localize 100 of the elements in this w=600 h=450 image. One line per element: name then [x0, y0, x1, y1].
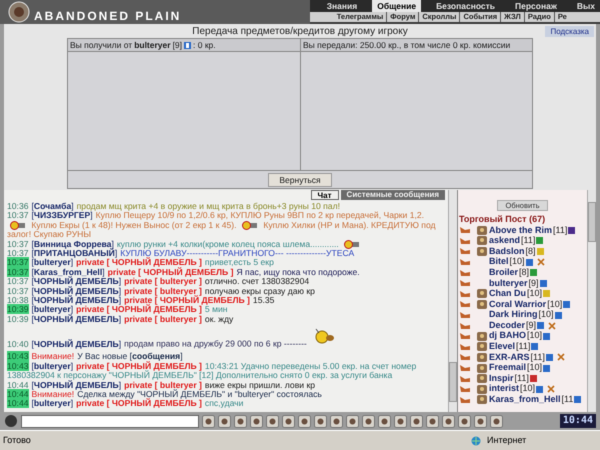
player-level: [10]	[527, 288, 542, 300]
info-icon[interactable]	[536, 386, 544, 393]
chat-sender[interactable]: [ПРИТАНЦОВАНЫЙ]	[32, 248, 118, 258]
chat-tab[interactable]: Чат	[310, 190, 339, 200]
trade-icon[interactable]	[459, 226, 471, 234]
chat-sender[interactable]: [bulteryer]	[32, 304, 74, 314]
scrollbar-thumb[interactable]	[588, 202, 596, 242]
trade-icon[interactable]	[459, 236, 471, 245]
chat-tab[interactable]: Системные сообщения	[340, 190, 445, 200]
info-icon[interactable]	[543, 332, 550, 340]
chat-sender[interactable]: [ЧОРНЫЙ ДЕМБЕЛЬ]	[32, 286, 122, 296]
private-recipient[interactable]: private [ bulteryer ]	[124, 276, 202, 286]
trade-icon[interactable]	[459, 258, 471, 266]
menu-tab[interactable]: Знания	[322, 0, 362, 12]
message-text: Я пас, ищу пока что подороже.	[236, 266, 360, 277]
trade-icon[interactable]	[459, 300, 471, 308]
info-icon[interactable]	[537, 322, 544, 330]
private-recipient[interactable]: private [ ЧОРНЫЙ ДЕМБЕЛЬ ]	[76, 304, 202, 314]
private-recipient[interactable]: private [ bulteryer ]	[124, 314, 202, 324]
private-recipient[interactable]: private [ ЧОРНЫЙ ДЕМБЕЛЬ ]	[76, 398, 202, 408]
page-title: Передача предметов/кредитов другому игроку	[192, 24, 408, 38]
chat-sender[interactable]: [Винница Форрева]	[32, 238, 114, 249]
player-level: [10]	[547, 298, 562, 310]
head-icon[interactable]	[4, 414, 18, 428]
chat-sender[interactable]: [bulteryer]	[32, 360, 74, 371]
received-amount: : 0 кр.	[193, 38, 216, 52]
trade-icon[interactable]	[459, 311, 471, 320]
player-level: [11]	[514, 372, 529, 384]
system-text: Сделка между "ЧОРНЫЙ ДЕМБЕЛЬ" и "bulteryer" состоялась	[77, 388, 322, 399]
info-icon[interactable]	[531, 343, 538, 350]
private-recipient[interactable]: private [ ЧОРНЫЙ ДЕМБЕЛЬ ]	[124, 295, 250, 306]
chat-time: 10:39	[7, 314, 29, 324]
menu-tab[interactable]: Общение	[372, 0, 422, 12]
chat-time: 10:36	[7, 201, 29, 211]
chat-sender[interactable]: [ЧОРНЫЙ ДЕМБЕЛЬ]	[32, 338, 122, 349]
info-icon[interactable]	[530, 375, 537, 382]
player-name[interactable]: Karas_from_Hell	[489, 393, 561, 407]
chat-input[interactable]	[21, 414, 199, 428]
emoticon-icon	[10, 221, 26, 230]
info-icon[interactable]	[184, 42, 192, 48]
info-icon[interactable]	[546, 354, 553, 361]
trade-icon[interactable]	[459, 396, 471, 404]
info-icon[interactable]	[526, 258, 533, 266]
message-text: ок. жду	[204, 314, 234, 324]
trade-icon[interactable]	[459, 342, 471, 351]
chat-sender[interactable]: [Karas_from_Hell]	[32, 266, 105, 277]
trade-icon[interactable]	[459, 247, 471, 256]
trade-icon[interactable]	[459, 385, 471, 394]
trade-icon[interactable]	[459, 290, 471, 298]
info-icon[interactable]	[574, 396, 582, 404]
private-recipient[interactable]: private [ bulteryer ]	[124, 380, 202, 390]
chat-sender[interactable]: [ЧОРНЫЙ ДЕМБЕЛЬ]	[32, 314, 122, 324]
player-level: [11]	[530, 351, 545, 364]
player-level: [9]	[172, 38, 182, 52]
globe-icon	[471, 436, 481, 446]
chat-sender[interactable]: [ЧОРНЫЙ ДЕМБЕЛЬ]	[32, 295, 122, 306]
chat-time: 10:43	[7, 360, 29, 371]
chat-time: 10:40	[7, 338, 29, 349]
private-recipient[interactable]: private [ ЧОРНЫЙ ДЕМБЕЛЬ ]	[76, 360, 202, 371]
trade-icon[interactable]	[459, 322, 471, 330]
scrollbar-thumb[interactable]	[449, 362, 457, 402]
message-text: КУПЛЮ БУЛАВУ-----------ГРАНИТНОГО--- --------------УТЕСА	[120, 248, 354, 258]
message-text: куплю рунки +4 колки(кроме колец пояса шлема............	[116, 238, 339, 249]
chat-sender[interactable]: [ЧИЗЗБУРГЕР]	[32, 210, 93, 220]
back-button[interactable]: Вернуться	[268, 172, 332, 186]
menu-tab[interactable]: Безопасность	[431, 0, 500, 12]
chat-sender[interactable]: [bulteryer]	[32, 257, 74, 268]
hint-button[interactable]: Подсказка	[545, 26, 594, 37]
chat-sender[interactable]: [Сочамба]	[32, 201, 74, 211]
private-recipient[interactable]: private [ bulteryer ]	[124, 286, 202, 296]
info-icon[interactable]	[540, 280, 547, 287]
player-level: [8]	[519, 266, 530, 279]
private-recipient[interactable]: private [ ЧОРНЫЙ ДЕМБЕЛЬ ]	[76, 257, 202, 268]
chat-sender[interactable]: [bulteryer]	[32, 398, 74, 408]
info-icon[interactable]	[563, 300, 570, 308]
info-icon[interactable]	[554, 312, 562, 319]
scrollbar[interactable]	[448, 190, 457, 412]
trade-icon[interactable]	[459, 353, 471, 362]
menu-tab[interactable]: Персонаж	[510, 0, 562, 12]
menu-tab[interactable]: Вых	[572, 0, 600, 12]
trade-icon[interactable]	[459, 374, 471, 383]
scrollbar[interactable]	[587, 190, 596, 412]
info-icon[interactable]	[543, 364, 550, 372]
player-level: [11]	[516, 340, 530, 354]
trade-icon[interactable]	[459, 332, 471, 340]
player-name: bulteryer	[134, 38, 171, 52]
trade-icon[interactable]	[459, 279, 471, 288]
chat-sender[interactable]: [ЧОРНЫЙ ДЕМБЕЛЬ]	[32, 380, 122, 390]
private-recipient[interactable]: private [ ЧОРНЫЙ ДЕМБЕЛЬ ]	[108, 266, 234, 277]
received-label: Вы получили от	[70, 38, 132, 52]
message-text: получаю екры сразу даю кр	[204, 286, 315, 296]
chat-time: 10:37	[7, 286, 29, 296]
player-level: [10]	[527, 330, 542, 342]
emoticon-icon	[344, 240, 360, 249]
chat-sender[interactable]: [ЧОРНЫЙ ДЕМБЕЛЬ]	[32, 276, 122, 286]
site-logo: ABANDONED PLAIN	[34, 8, 182, 25]
chat-time: 10:39	[7, 304, 29, 314]
trade-icon[interactable]	[459, 268, 471, 277]
trade-icon[interactable]	[459, 364, 471, 372]
info-icon[interactable]	[568, 226, 576, 234]
